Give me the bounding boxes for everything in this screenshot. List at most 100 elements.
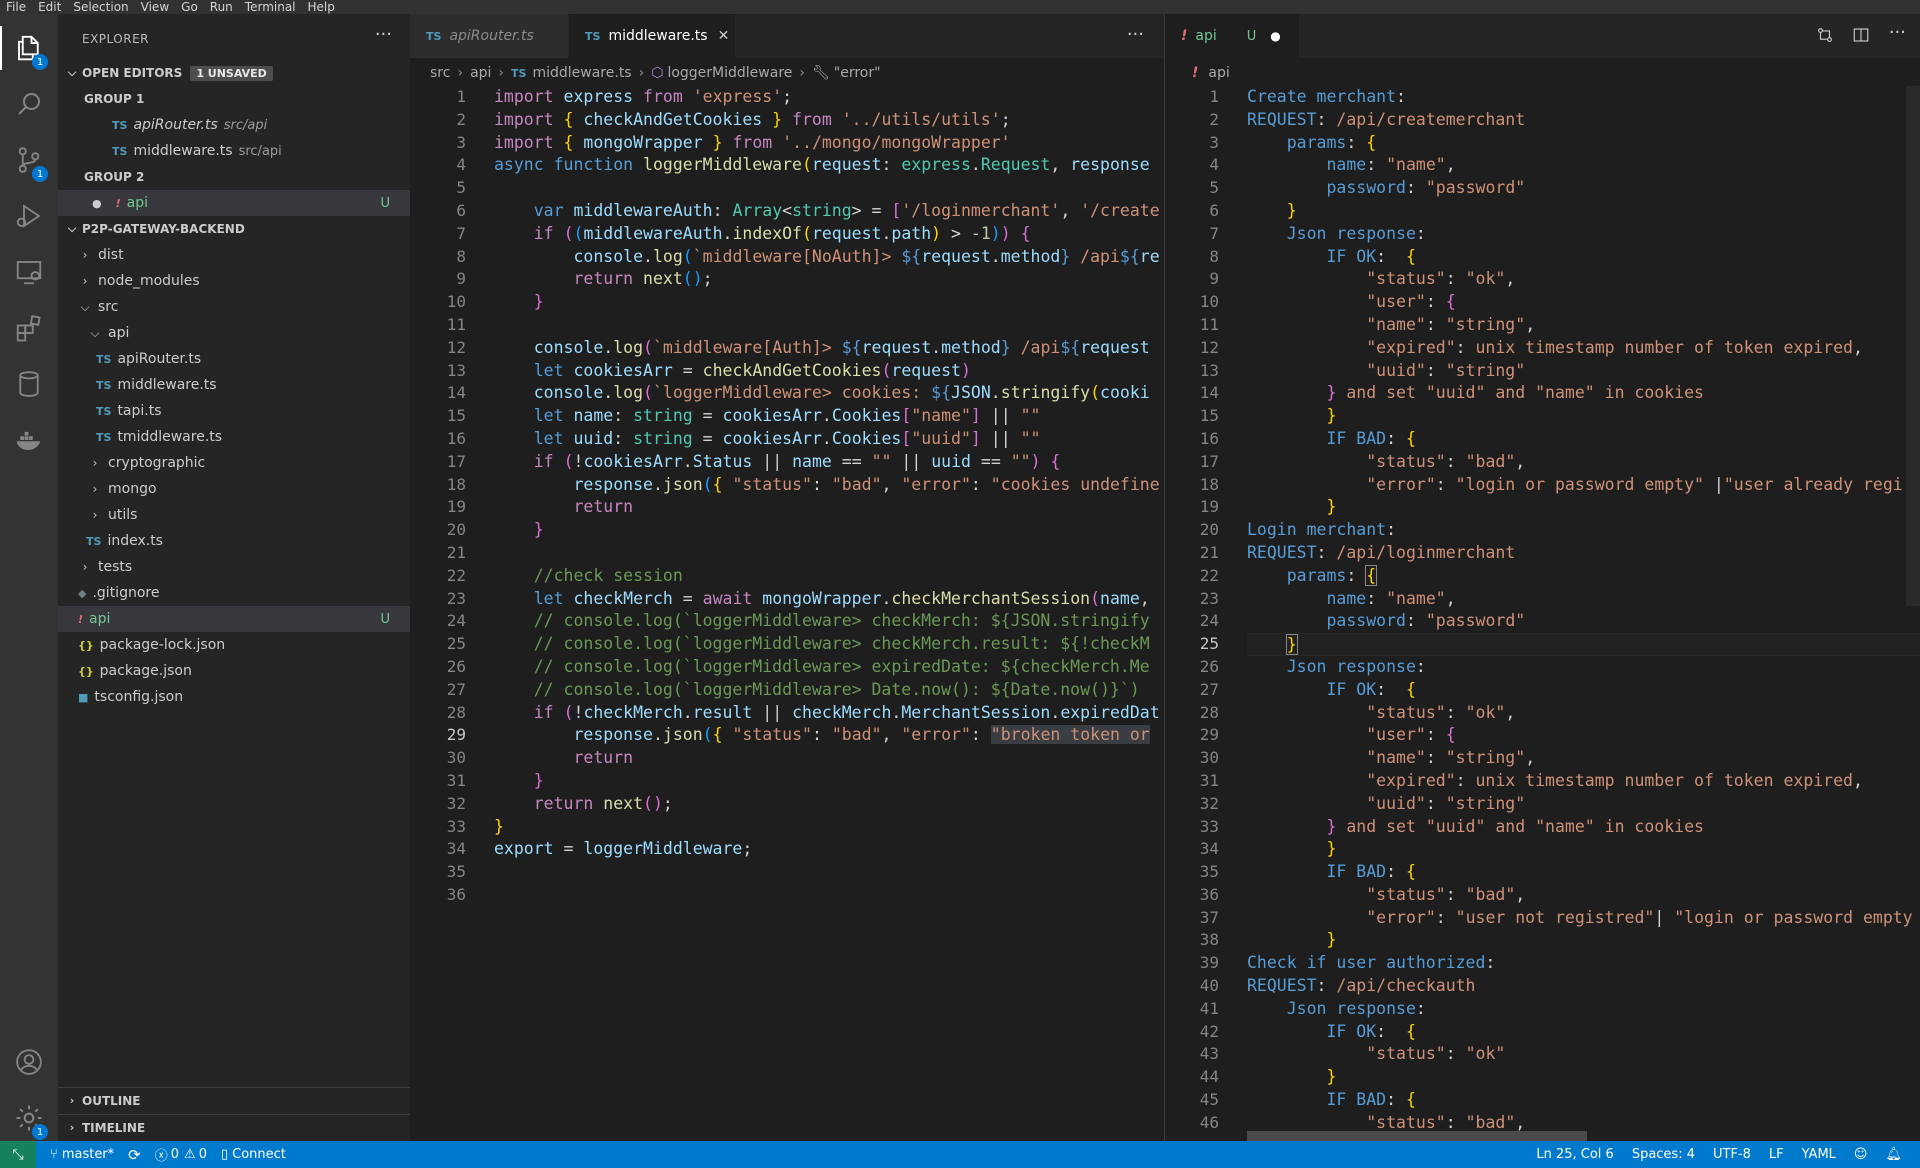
remote-explorer-button[interactable] [0, 244, 58, 300]
dirty-dot-icon: ● [92, 196, 102, 210]
encoding[interactable]: UTF-8 [1713, 1147, 1751, 1162]
breadcrumb-item[interactable]: src [430, 65, 450, 81]
open-editor-item-active[interactable]: ● ! api U [58, 190, 410, 216]
tab-middleware[interactable]: TS middleware.ts ✕ [569, 14, 735, 58]
tree-file-tapi[interactable]: TS tapi.ts [58, 398, 410, 424]
tree-file-apirouter[interactable]: TS apiRouter.ts [58, 346, 410, 372]
remote-button[interactable]: ⤡ [0, 1141, 36, 1168]
breadcrumb-item[interactable]: api [1208, 65, 1229, 81]
menu-terminal[interactable]: Terminal [245, 0, 296, 14]
tree-file-middleware[interactable]: TS middleware.ts [58, 372, 410, 398]
explorer-more-icon[interactable]: ··· [375, 24, 392, 45]
split-editor-icon[interactable] [1852, 26, 1870, 48]
warning-icon: ⚠ [184, 1147, 196, 1162]
accounts-button[interactable] [0, 1034, 58, 1090]
breadcrumb-item[interactable]: "error" [834, 65, 881, 81]
line-ending[interactable]: LF [1769, 1147, 1784, 1162]
breadcrumb-right: ! api [1192, 58, 1892, 88]
menu-file[interactable]: File [6, 0, 26, 14]
line-number: 22 [1199, 565, 1219, 585]
sync-button[interactable]: ⟳ [128, 1146, 141, 1164]
open-editors-header[interactable]: ⌵ OPEN EDITORS 1 UNSAVED [58, 60, 410, 86]
tree-folder-utils[interactable]: › utils [58, 502, 410, 528]
menu-go[interactable]: Go [181, 0, 198, 14]
code-editor-right[interactable]: 1 2 3 4 5 6 7 8 9 10 11 12 13 14 15 16 17 18 19 20 21 22 23 24 2… [1165, 86, 1920, 1141]
line-number: 33 [1199, 816, 1219, 836]
explorer-button[interactable]: 1 [0, 20, 58, 76]
branch-button[interactable]: ⑂ master* [50, 1147, 114, 1162]
open-editor-item[interactable]: TS middleware.ts src/api [58, 138, 410, 164]
line-number: 11 [446, 314, 466, 334]
source-control-button[interactable]: 1 [0, 132, 58, 188]
manage-button[interactable]: 1 [0, 1090, 58, 1146]
tree-folder-cryptographic[interactable]: › cryptographic [58, 450, 410, 476]
tab-api[interactable]: ! api U ● [1165, 14, 1299, 58]
extensions-button[interactable] [0, 300, 58, 356]
close-icon[interactable]: ✕ [718, 28, 730, 44]
language-mode[interactable]: YAML [1802, 1147, 1836, 1162]
tree-file-package-lock[interactable]: {} package-lock.json [58, 632, 410, 658]
open-changes-icon[interactable] [1816, 26, 1834, 48]
horizontal-scrollbar[interactable] [1247, 1131, 1587, 1141]
line-number: 37 [1199, 907, 1219, 927]
code-content: Create merchant: REQUEST: /api/createmer… [1247, 86, 1920, 1135]
tree-label: tapi.ts [117, 403, 162, 419]
feedback-icon[interactable]: ☺ [1854, 1147, 1868, 1162]
menu-help[interactable]: Help [308, 0, 335, 14]
tree-file-package[interactable]: {} package.json [58, 658, 410, 684]
typescript-icon: TS [426, 29, 442, 43]
tree-folder-api[interactable]: ⌵ api [58, 320, 410, 346]
problems-button[interactable]: ⓧ 0 ⚠ 0 [155, 1145, 207, 1164]
line-number: 26 [1199, 656, 1219, 676]
tree-folder-dist[interactable]: › dist [58, 242, 410, 268]
run-debug-icon [16, 204, 41, 228]
breadcrumb-item[interactable]: middleware.ts [532, 65, 631, 81]
menu-run[interactable]: Run [210, 0, 233, 14]
code-editor-left[interactable]: 1 2 3 4 5 6 7 8 9 10 11 12 13 14 15 16 17 18 19 20 21 22 23 24 2… [410, 86, 1164, 1141]
tab-label: middleware.ts [608, 28, 708, 44]
untracked-flag: U [1246, 28, 1257, 44]
vertical-scrollbar[interactable] [1906, 86, 1920, 606]
tree-folder-mongo[interactable]: › mongo [58, 476, 410, 502]
timeline-section[interactable]: › TIMELINE [58, 1114, 410, 1140]
menu-selection[interactable]: Selection [73, 0, 128, 14]
database-button[interactable] [0, 356, 58, 412]
bell-icon[interactable]: 🔔︎ [1885, 1147, 1902, 1162]
line-number: 32 [1199, 793, 1219, 813]
outline-section[interactable]: › OUTLINE [58, 1087, 410, 1113]
project-header[interactable]: ⌵ P2P-GATEWAY-BACKEND [58, 216, 410, 242]
line-number: 43 [1199, 1044, 1219, 1064]
tree-file-tmiddleware[interactable]: TS tmiddleware.ts [58, 424, 410, 450]
run-debug-button[interactable] [0, 188, 58, 244]
cursor-position[interactable]: Ln 25, Col 6 [1536, 1147, 1613, 1162]
tree-file-index[interactable]: TS index.ts [58, 528, 410, 554]
tree-folder-src[interactable]: ⌵ src [58, 294, 410, 320]
open-editor-item[interactable]: TS apiRouter.ts src/api [58, 112, 410, 138]
breadcrumb-item[interactable]: api [470, 65, 491, 81]
docker-button[interactable] [0, 412, 58, 468]
editor-more-icon[interactable]: ··· [1889, 22, 1906, 43]
line-number: 1 [456, 87, 466, 106]
tree-file-gitignore[interactable]: ◆ .gitignore [58, 580, 410, 606]
tree-file-api[interactable]: ! api U [58, 606, 410, 632]
editor-more-icon[interactable]: ··· [1127, 24, 1144, 45]
unsaved-dot-icon[interactable]: ● [1270, 29, 1280, 43]
tree-folder-tests[interactable]: › tests [58, 554, 410, 580]
tree-folder-node-modules[interactable]: › node_modules [58, 268, 410, 294]
indentation[interactable]: Spaces: 4 [1632, 1147, 1695, 1162]
line-number: 2 [456, 109, 466, 129]
open-editor-name: api [126, 195, 148, 211]
menu-view[interactable]: View [141, 0, 169, 14]
line-number: 14 [446, 383, 466, 403]
menu-edit[interactable]: Edit [38, 0, 61, 14]
tree-file-tsconfig[interactable]: ■ tsconfig.json [58, 684, 410, 710]
branch-name: master* [61, 1147, 115, 1162]
line-number: 35 [1199, 862, 1219, 882]
line-number: 25 [446, 634, 466, 654]
tab-apirouter[interactable]: TS apiRouter.ts [410, 14, 568, 58]
line-number: 29 [446, 725, 466, 745]
search-button[interactable] [0, 76, 58, 132]
connect-button[interactable]: ▯ Connect [221, 1147, 286, 1162]
connect-label: Connect [232, 1147, 286, 1162]
breadcrumb-item[interactable]: loggerMiddleware [667, 65, 792, 81]
